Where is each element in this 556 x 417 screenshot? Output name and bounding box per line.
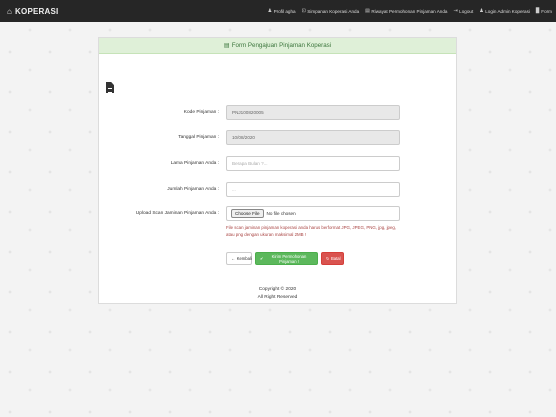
user-icon: ♟ [267,8,273,14]
lama-label: Lama Pinjaman Anda : [170,161,219,166]
savings-icon: ⊡ [301,8,306,14]
nav-admin-login[interactable]: ♟ Login Admin Koperasi [479,8,530,14]
nav-loan-history[interactable]: ▤ Riwayat Permohonan Pinjaman Anda [365,8,447,14]
copyright-text: Copyright © 2020 [258,287,297,292]
nav-profile[interactable]: ♟ Profil agha [268,8,296,14]
send-icon: ✔ [260,256,264,261]
nav-links: ♟ Profil agha ⊡ Simpanan Koperasi Anda ▤… [268,8,552,14]
back-button[interactable]: ← Kembali [226,252,252,265]
lama-input[interactable] [226,156,400,171]
arrow-left-icon: ← [231,256,236,261]
nav-savings-label: Simpanan Koperasi Anda [307,8,360,14]
history-icon: ▤ [365,8,370,14]
document-icon [106,82,114,93]
submit-button[interactable]: ✔ Kirim Permohonan Pinjaman ! [255,252,318,265]
form-icon: ▉ [535,8,540,14]
reset-button[interactable]: ↻ Batal [321,252,344,265]
submit-button-label: Kirim Permohonan Pinjaman ! [271,253,307,264]
brand-label: KOPERASI [15,6,59,16]
brand[interactable]: ⌂ KOPERASI [7,7,58,16]
logout-icon: ⇥ [453,8,458,14]
choose-file-button[interactable]: Choose File [231,209,264,218]
nav-logout[interactable]: ⇥ Logout [453,8,473,14]
upload-help-text: File scan jaminan pinjaman koperasi anda… [226,225,397,238]
tanggal-label: Tanggal Pinjaman : [178,135,219,140]
jumlah-label: Jumlah Pinjaman Anda : [167,187,219,192]
nav-loan-history-label: Riwayat Permohonan Pinjaman Anda [371,8,448,14]
nav-form-label: Form [541,8,552,14]
nav-admin-login-label: Login Admin Koperasi [485,8,530,14]
back-button-label: Kembali [236,256,252,261]
footer: Copyright © 2020 All Right Reserved [99,286,456,302]
rights-text: All Right Reserved [257,295,298,301]
tanggal-input[interactable] [226,130,400,145]
nav-savings[interactable]: ⊡ Simpanan Koperasi Anda [302,8,360,14]
file-icon: ▤ [223,42,230,49]
upload-field: Choose File No file chosen [226,206,400,221]
top-navbar: ⌂ KOPERASI ♟ Profil agha ⊡ Simpanan Kope… [0,0,556,22]
nav-logout-label: Logout [459,8,474,14]
home-icon: ⌂ [7,6,13,16]
reset-button-label: Batal [331,256,341,261]
admin-icon: ♟ [479,8,484,14]
nav-form[interactable]: ▉ Form [536,8,552,14]
panel-heading: ▤ Form Pengajuan Pinjaman Koperasi [99,38,456,54]
panel-title: Form Pengajuan Pinjaman Koperasi [231,42,332,49]
no-file-text: No file chosen [266,211,296,216]
jumlah-input[interactable] [226,182,400,197]
kode-input[interactable] [226,105,400,120]
nav-profile-label: Profil agha [273,8,296,14]
refresh-icon: ↻ [326,256,330,261]
loan-form-panel: ▤ Form Pengajuan Pinjaman Koperasi Kode … [98,37,457,304]
kode-label: Kode Pinjaman : [183,110,219,115]
upload-label: Upload Scan Jaminan Pinjaman Anda : [135,211,219,216]
